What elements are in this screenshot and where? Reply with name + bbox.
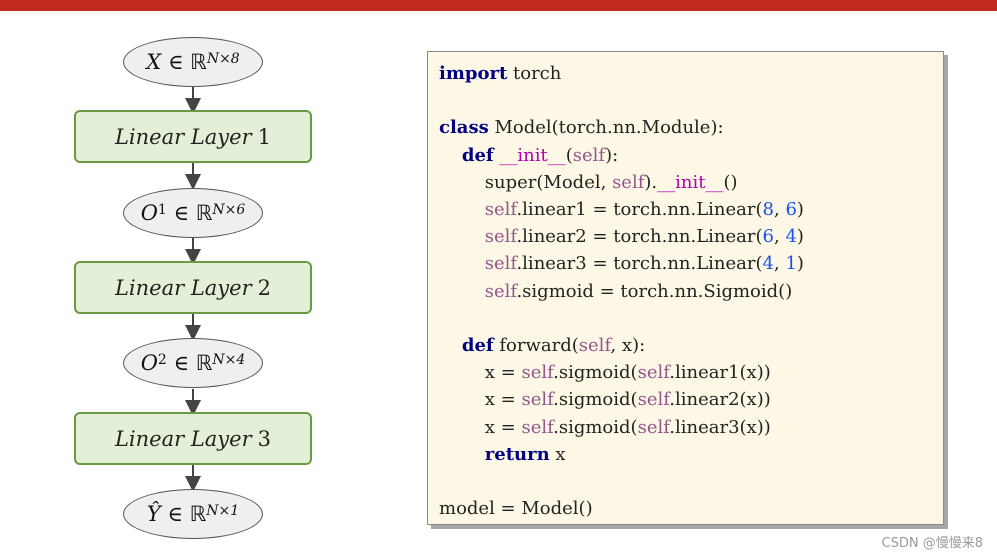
node-output-o1: O1 ∈ ℝ N×6	[123, 188, 263, 238]
linear-layer-1-box: Linear Layer 1	[74, 110, 312, 163]
node-shape: N×4	[212, 352, 246, 368]
node-shape: N×8	[206, 51, 240, 67]
code-line: super(Model, self).__init__()	[439, 171, 738, 193]
network-flow-diagram: X ∈ ℝ N×8 Linear Layer 1 O1 ∈ ℝ N×6 Linear …	[0, 0, 390, 559]
layer-label: Linear Layer	[114, 426, 252, 451]
code-line: self.linear3 = torch.nn.Linear(4, 1)	[484, 253, 804, 275]
linear-layer-2-box: Linear Layer 2	[74, 261, 312, 314]
node-symbol: Ŷ	[146, 502, 161, 526]
layer-index: 1	[257, 124, 272, 149]
node-symbol: O	[140, 351, 158, 375]
code-line: class Model(torch.nn.Module):	[439, 117, 724, 139]
code-line: import torch	[439, 63, 562, 84]
element-of-symbol: ∈	[173, 201, 190, 225]
code-line: self.sigmoid = torch.nn.Sigmoid()	[484, 280, 793, 302]
node-output-o2: O2 ∈ ℝ N×4	[123, 338, 263, 388]
code-line: self.linear2 = torch.nn.Linear(6, 4)	[484, 226, 804, 248]
code-line: self.linear1 = torch.nn.Linear(8, 6)	[484, 199, 804, 220]
node-shape: N×1	[206, 503, 240, 519]
node-symbol: O	[140, 201, 158, 225]
layer-index: 2	[257, 275, 272, 300]
layer-label: Linear Layer	[114, 275, 252, 300]
real-set-symbol: ℝ	[190, 50, 207, 74]
real-set-symbol: ℝ	[195, 351, 213, 375]
node-index: 2	[157, 352, 167, 368]
watermark-text: CSDN @慢慢来8	[881, 536, 983, 551]
code-line: x = self.sigmoid(self.linear1(x))	[439, 362, 771, 384]
code-line: def __init__(self):	[461, 144, 619, 166]
element-of-symbol: ∈	[167, 50, 184, 74]
real-set-symbol: ℝ	[189, 502, 207, 526]
code-line: return x	[484, 443, 566, 465]
node-shape: N×6	[212, 202, 246, 218]
code-line: model = Model()	[439, 498, 593, 520]
node-index: 1	[157, 202, 167, 218]
node-input-x: X ∈ ℝ N×8	[123, 37, 263, 87]
code-line: x = self.sigmoid(self.linear2(x))	[439, 389, 771, 411]
code-line: def forward(self, x):	[461, 335, 646, 356]
layer-label: Linear Layer	[114, 124, 252, 149]
element-of-symbol: ∈	[167, 502, 183, 526]
element-of-symbol: ∈	[173, 351, 190, 375]
layer-index: 3	[257, 426, 272, 451]
code-panel: import torch class Model(torch.nn.Module)…	[427, 51, 944, 525]
real-set-symbol: ℝ	[195, 201, 213, 225]
code-line: x = self.sigmoid(self.linear3(x))	[439, 416, 771, 438]
node-prediction-yhat: Ŷ ∈ ℝ N×1	[123, 489, 263, 539]
node-symbol: X	[146, 50, 162, 74]
linear-layer-3-box: Linear Layer 3	[74, 412, 312, 465]
